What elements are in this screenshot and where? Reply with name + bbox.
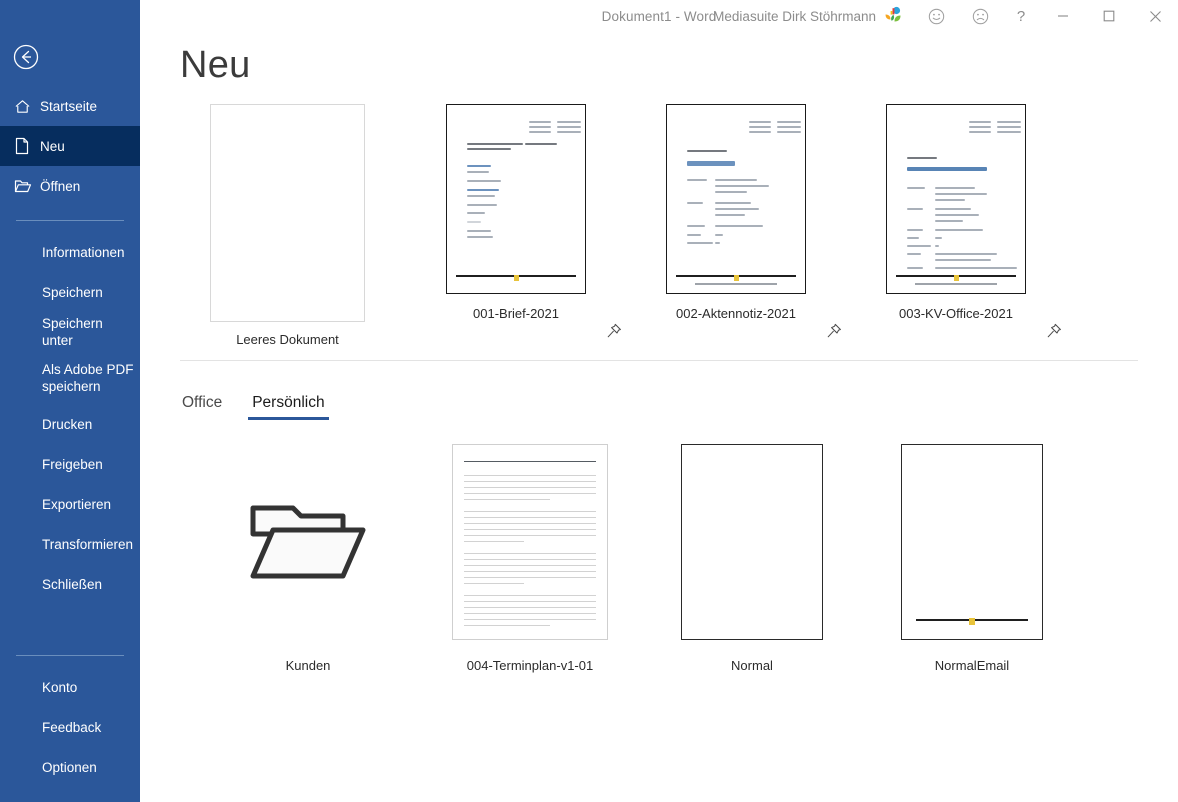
title-bar: Dokument1 - Word Mediasuite Dirk Stöhrma…: [140, 0, 1178, 32]
lined-document-thumbnail: [420, 442, 640, 642]
maximize-button[interactable]: [1086, 0, 1132, 32]
template-source-tabs: Office Persönlich: [182, 394, 325, 420]
back-arrow-circle-icon: [12, 43, 40, 71]
sidebar-item-label: Neu: [40, 139, 65, 154]
maximize-icon: [1103, 10, 1115, 22]
account-name[interactable]: Mediasuite Dirk Stöhrmann: [713, 9, 876, 24]
sidebar-item-label: Optionen: [42, 760, 97, 777]
sidebar-item-schliessen[interactable]: Schließen: [0, 565, 140, 605]
tab-label: Office: [182, 394, 222, 411]
sidebar-item-drucken[interactable]: Drucken: [0, 405, 140, 445]
smiley-face-icon[interactable]: [914, 0, 958, 32]
template-label: Normal: [642, 658, 862, 673]
sidebar-item-neu[interactable]: Neu: [0, 126, 140, 166]
template-card-001-brief-2021[interactable]: 001-Brief-2021: [438, 104, 594, 321]
sidebar-item-optionen[interactable]: Optionen: [0, 748, 140, 788]
sidebar-item-label: Öffnen: [40, 179, 80, 194]
sidebar-item-label: Schließen: [42, 577, 102, 594]
sidebar-item-label: Speichern unter: [42, 316, 134, 350]
tab-persoenlich[interactable]: Persönlich: [252, 394, 324, 420]
minimize-icon: [1057, 10, 1069, 22]
template-card-002-aktennotiz-2021[interactable]: 002-Aktennotiz-2021: [658, 104, 814, 321]
title-bar-right-group: Mediasuite Dirk Stöhrmann: [713, 0, 1178, 32]
sidebar-item-speichern[interactable]: Speichern: [0, 273, 140, 313]
sidebar-item-label: Konto: [42, 680, 77, 697]
template-label: 003-KV-Office-2021: [878, 306, 1034, 321]
template-card-kunden[interactable]: Kunden: [198, 442, 418, 673]
template-card-normalemail[interactable]: NormalEmail: [862, 442, 1082, 673]
pushpin-icon[interactable]: [605, 322, 625, 342]
help-icon[interactable]: ?: [1002, 0, 1040, 32]
sidebar: Startseite Neu Öffnen Informationen: [0, 0, 140, 802]
sidebar-item-freigeben[interactable]: Freigeben: [0, 445, 140, 485]
pushpin-icon[interactable]: [825, 322, 845, 342]
email-document-thumbnail: [862, 442, 1082, 642]
sidebar-item-label: Transformieren: [42, 537, 133, 554]
template-card-004-terminplan-v1-01[interactable]: 004-Terminplan-v1-01: [420, 442, 640, 673]
template-card-normal[interactable]: Normal: [642, 442, 862, 673]
close-icon: [1149, 10, 1162, 23]
sidebar-item-label: Freigeben: [42, 457, 103, 474]
sidebar-item-label: Exportieren: [42, 497, 111, 514]
blank-document-preview: [681, 444, 823, 640]
sidebar-item-transformieren[interactable]: Transformieren: [0, 525, 140, 565]
lined-document-preview: [452, 444, 608, 640]
template-label: 004-Terminplan-v1-01: [420, 658, 640, 673]
main-content: Neu Leeres Dokument: [140, 32, 1178, 802]
template-card-003-kv-office-2021[interactable]: 003-KV-Office-2021: [878, 104, 1034, 321]
template-label: Leeres Dokument: [210, 332, 365, 347]
tab-office[interactable]: Office: [182, 394, 222, 420]
template-thumbnail-quote: [886, 104, 1026, 294]
home-icon: [14, 98, 40, 115]
sidebar-item-informationen[interactable]: Informationen: [0, 233, 140, 273]
folder-thumbnail: [198, 442, 418, 642]
sidebar-item-label: Informationen: [42, 245, 125, 262]
featured-templates-row: Leeres Dokument: [180, 104, 1140, 354]
back-button[interactable]: [12, 43, 40, 71]
template-thumbnail-memo: [666, 104, 806, 294]
template-card-leeres-dokument[interactable]: Leeres Dokument: [210, 104, 365, 347]
sidebar-item-konto[interactable]: Konto: [0, 668, 140, 708]
sidebar-item-label: Speichern: [42, 285, 103, 302]
folder-icon: [247, 494, 369, 591]
sidebar-item-als-adobe-pdf-speichern[interactable]: Als Adobe PDF speichern: [0, 353, 140, 405]
frowning-face-icon[interactable]: [958, 0, 1002, 32]
sidebar-primary-nav: Startseite Neu Öffnen Informationen: [0, 86, 140, 605]
sidebar-divider-bottom: [16, 655, 124, 656]
sidebar-item-exportieren[interactable]: Exportieren: [0, 485, 140, 525]
page-title: Neu: [180, 44, 251, 87]
colorful-logo-avatar-icon[interactable]: [882, 5, 904, 27]
blank-document-thumbnail: [642, 442, 862, 642]
section-divider: [180, 360, 1138, 361]
folder-open-icon: [14, 178, 40, 194]
sidebar-item-label: Als Adobe PDF speichern: [42, 362, 134, 396]
close-button[interactable]: [1132, 0, 1178, 32]
sidebar-item-oeffnen[interactable]: Öffnen: [0, 166, 140, 206]
document-icon: [14, 137, 40, 155]
tab-label: Persönlich: [252, 394, 324, 411]
sidebar-bottom-nav: Konto Feedback Optionen: [0, 641, 140, 788]
sidebar-item-speichern-unter[interactable]: Speichern unter: [0, 313, 140, 353]
template-label: NormalEmail: [862, 658, 1082, 673]
template-label: 002-Aktennotiz-2021: [658, 306, 814, 321]
sidebar-item-label: Drucken: [42, 417, 92, 434]
template-thumbnail-blank: [210, 104, 365, 322]
sidebar-item-startseite[interactable]: Startseite: [0, 86, 140, 126]
sidebar-divider-top: [16, 220, 124, 221]
email-document-preview: [901, 444, 1043, 640]
pushpin-icon[interactable]: [1045, 322, 1065, 342]
sidebar-item-label: Startseite: [40, 99, 97, 114]
template-label: 001-Brief-2021: [438, 306, 594, 321]
minimize-button[interactable]: [1040, 0, 1086, 32]
template-thumbnail-letter: [446, 104, 586, 294]
template-label: Kunden: [198, 658, 418, 673]
sidebar-item-label: Feedback: [42, 720, 101, 737]
sidebar-item-feedback[interactable]: Feedback: [0, 708, 140, 748]
